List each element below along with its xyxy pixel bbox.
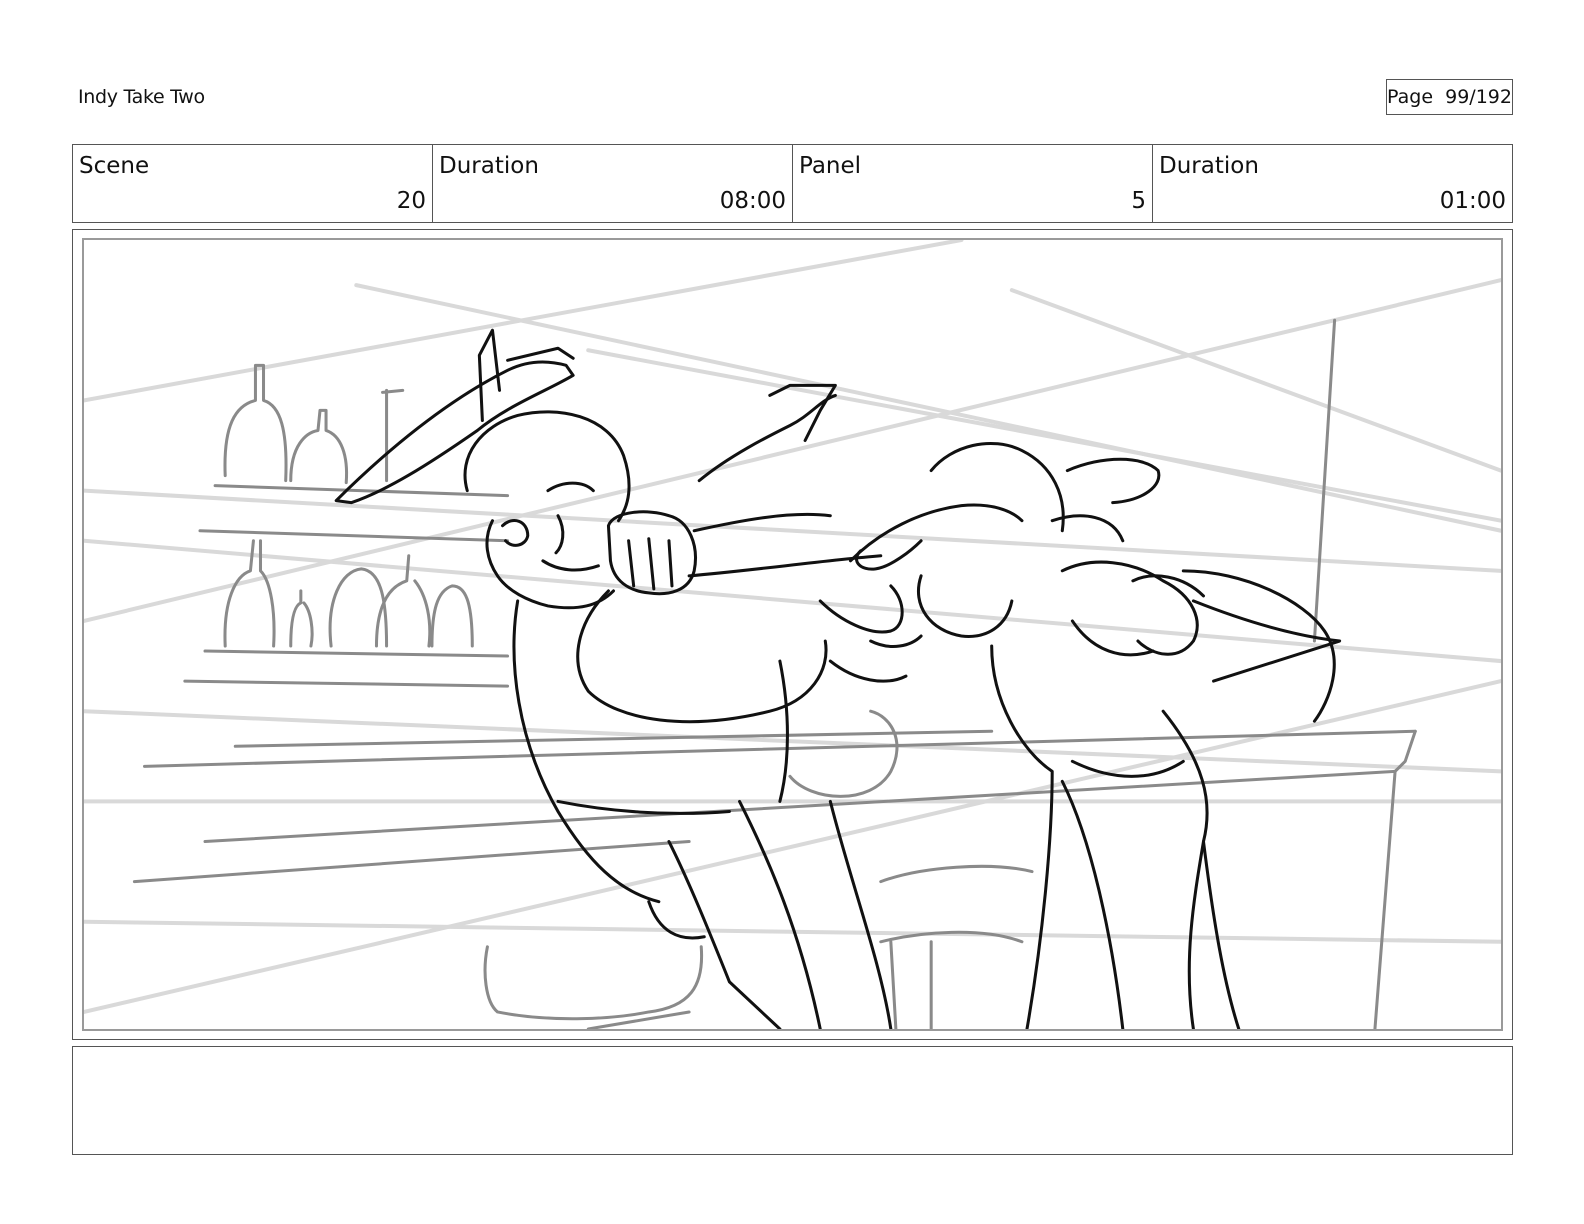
panel-duration-cell: Duration 01:00 [1153, 145, 1512, 222]
document-title: Indy Take Two [78, 86, 205, 108]
panel-duration-value: 01:00 [1439, 188, 1506, 214]
panel-label: Panel [799, 153, 862, 179]
storyboard-panel-frame [72, 229, 1513, 1040]
storyboard-panel-image [82, 238, 1503, 1031]
characters-sketch [334, 328, 1342, 1029]
perspective-guides [84, 240, 1501, 1014]
scene-cell: Scene 20 [73, 145, 433, 222]
panel-notes-box [72, 1046, 1513, 1155]
page-indicator: Page 99/192 [1386, 79, 1513, 115]
scene-label: Scene [79, 153, 150, 179]
panel-duration-label: Duration [1159, 153, 1259, 179]
scene-duration-value: 08:00 [719, 188, 786, 214]
scene-value: 20 [396, 188, 426, 214]
page-label: Page [1387, 86, 1434, 108]
panel-cell: Panel 5 [793, 145, 1153, 222]
scene-duration-label: Duration [439, 153, 539, 179]
page-number: 99/192 [1445, 86, 1512, 108]
sketch-drawing [84, 240, 1501, 1029]
panel-info-row: Scene 20 Duration 08:00 Panel 5 Duration… [72, 144, 1513, 223]
scene-duration-cell: Duration 08:00 [433, 145, 793, 222]
panel-value: 5 [1131, 188, 1146, 214]
background-sketch [132, 318, 1417, 1029]
